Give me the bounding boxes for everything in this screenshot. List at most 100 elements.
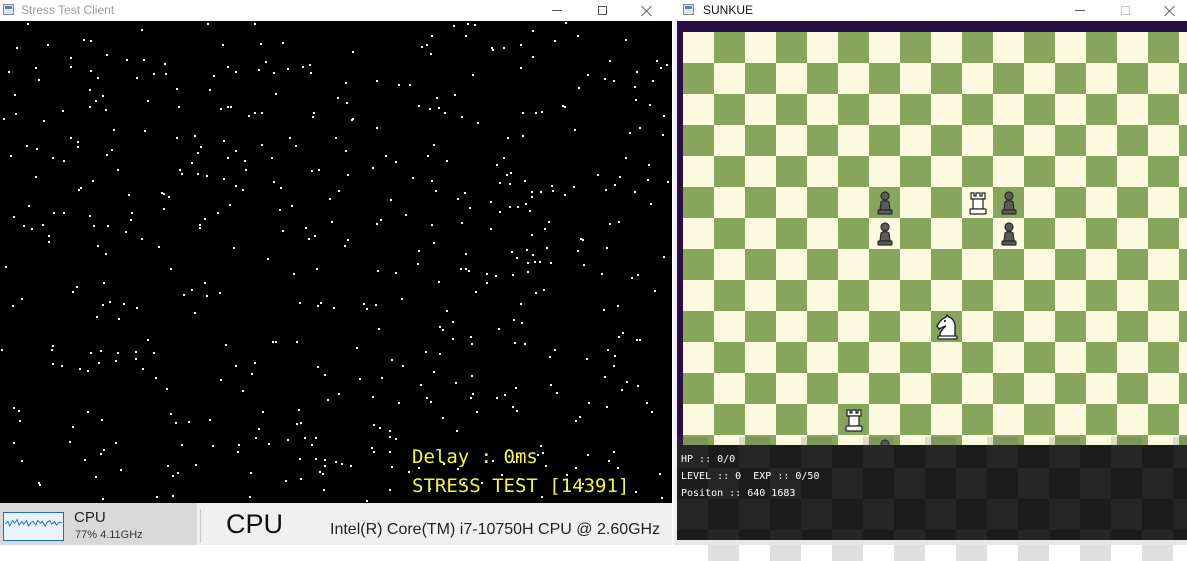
board-square[interactable] xyxy=(869,342,900,373)
board-square[interactable] xyxy=(993,32,1024,63)
board-square[interactable] xyxy=(1179,280,1187,311)
white-rook-icon[interactable] xyxy=(838,404,869,435)
board-square[interactable] xyxy=(962,404,993,435)
board-square[interactable] xyxy=(1148,156,1179,187)
board-square[interactable] xyxy=(900,249,931,280)
board-square[interactable] xyxy=(776,249,807,280)
title-bar[interactable]: SUNKUE xyxy=(674,0,1187,21)
white-knight-icon[interactable] xyxy=(931,311,962,342)
chess-board[interactable] xyxy=(683,32,1187,466)
board-square[interactable] xyxy=(962,249,993,280)
board-square[interactable] xyxy=(714,280,745,311)
board-square[interactable] xyxy=(1117,342,1148,373)
board-square[interactable] xyxy=(807,156,838,187)
board-square[interactable] xyxy=(1179,249,1187,280)
board-square[interactable] xyxy=(683,311,714,342)
board-square[interactable] xyxy=(683,218,714,249)
board-square[interactable] xyxy=(807,187,838,218)
board-square[interactable] xyxy=(900,156,931,187)
board-square[interactable] xyxy=(1117,94,1148,125)
board-square[interactable] xyxy=(931,280,962,311)
cpu-tile[interactable]: CPU 77% 4.11GHz xyxy=(0,503,197,545)
board-square[interactable] xyxy=(745,32,776,63)
board-square[interactable] xyxy=(838,156,869,187)
board-square[interactable] xyxy=(900,373,931,404)
board-square[interactable] xyxy=(683,125,714,156)
board-square[interactable] xyxy=(745,373,776,404)
board-square[interactable] xyxy=(1086,249,1117,280)
board-square[interactable] xyxy=(683,404,714,435)
game-viewport[interactable]: HP :: 0/0 LEVEL :: 0 EXP :: 0/50 Positon… xyxy=(677,21,1187,561)
board-square[interactable] xyxy=(714,94,745,125)
black-pawn-icon[interactable] xyxy=(993,187,1024,218)
board-square[interactable] xyxy=(931,63,962,94)
black-pawn-icon[interactable] xyxy=(993,218,1024,249)
board-square[interactable] xyxy=(962,156,993,187)
board-square[interactable] xyxy=(1179,63,1187,94)
board-square[interactable] xyxy=(1117,373,1148,404)
board-square[interactable] xyxy=(714,32,745,63)
board-square[interactable] xyxy=(776,94,807,125)
board-square[interactable] xyxy=(869,280,900,311)
board-square[interactable] xyxy=(1024,373,1055,404)
board-square[interactable] xyxy=(1117,32,1148,63)
board-square[interactable] xyxy=(1086,63,1117,94)
board-square[interactable] xyxy=(807,404,838,435)
board-square[interactable] xyxy=(900,218,931,249)
board-square[interactable] xyxy=(714,156,745,187)
board-square[interactable] xyxy=(962,125,993,156)
board-square[interactable] xyxy=(1024,342,1055,373)
board-square[interactable] xyxy=(1117,311,1148,342)
board-square[interactable] xyxy=(1117,218,1148,249)
board-square[interactable] xyxy=(776,156,807,187)
board-square[interactable] xyxy=(1055,63,1086,94)
board-square[interactable] xyxy=(869,94,900,125)
board-square[interactable] xyxy=(838,373,869,404)
board-square[interactable] xyxy=(900,311,931,342)
board-square[interactable] xyxy=(776,373,807,404)
board-square[interactable] xyxy=(1024,280,1055,311)
board-square[interactable] xyxy=(745,187,776,218)
board-square[interactable] xyxy=(1117,125,1148,156)
board-square[interactable] xyxy=(714,404,745,435)
board-square[interactable] xyxy=(745,404,776,435)
board-square[interactable] xyxy=(807,342,838,373)
board-square[interactable] xyxy=(1179,311,1187,342)
board-square[interactable] xyxy=(1148,63,1179,94)
board-square[interactable] xyxy=(993,249,1024,280)
board-square[interactable] xyxy=(1148,187,1179,218)
board-square[interactable] xyxy=(931,156,962,187)
board-square[interactable] xyxy=(776,63,807,94)
board-square[interactable] xyxy=(1024,63,1055,94)
board-square[interactable] xyxy=(900,32,931,63)
white-rook-icon[interactable] xyxy=(962,187,993,218)
board-square[interactable] xyxy=(838,125,869,156)
board-square[interactable] xyxy=(869,404,900,435)
board-square[interactable] xyxy=(1179,342,1187,373)
board-square[interactable] xyxy=(807,373,838,404)
board-square[interactable] xyxy=(993,156,1024,187)
board-square[interactable] xyxy=(1148,342,1179,373)
board-square[interactable] xyxy=(1055,404,1086,435)
board-square[interactable] xyxy=(683,280,714,311)
board-square[interactable] xyxy=(962,218,993,249)
board-square[interactable] xyxy=(838,63,869,94)
board-square[interactable] xyxy=(1086,125,1117,156)
board-square[interactable] xyxy=(745,342,776,373)
board-square[interactable] xyxy=(807,63,838,94)
board-square[interactable] xyxy=(1148,280,1179,311)
board-square[interactable] xyxy=(1055,342,1086,373)
board-square[interactable] xyxy=(869,311,900,342)
board-square[interactable] xyxy=(838,311,869,342)
board-square[interactable] xyxy=(714,249,745,280)
board-square[interactable] xyxy=(1148,32,1179,63)
board-square[interactable] xyxy=(1055,373,1086,404)
board-square[interactable] xyxy=(1024,156,1055,187)
board-square[interactable] xyxy=(714,373,745,404)
board-square[interactable] xyxy=(931,218,962,249)
board-square[interactable] xyxy=(1148,218,1179,249)
board-square[interactable] xyxy=(683,342,714,373)
board-square[interactable] xyxy=(1024,218,1055,249)
board-square[interactable] xyxy=(1179,94,1187,125)
board-square[interactable] xyxy=(993,373,1024,404)
